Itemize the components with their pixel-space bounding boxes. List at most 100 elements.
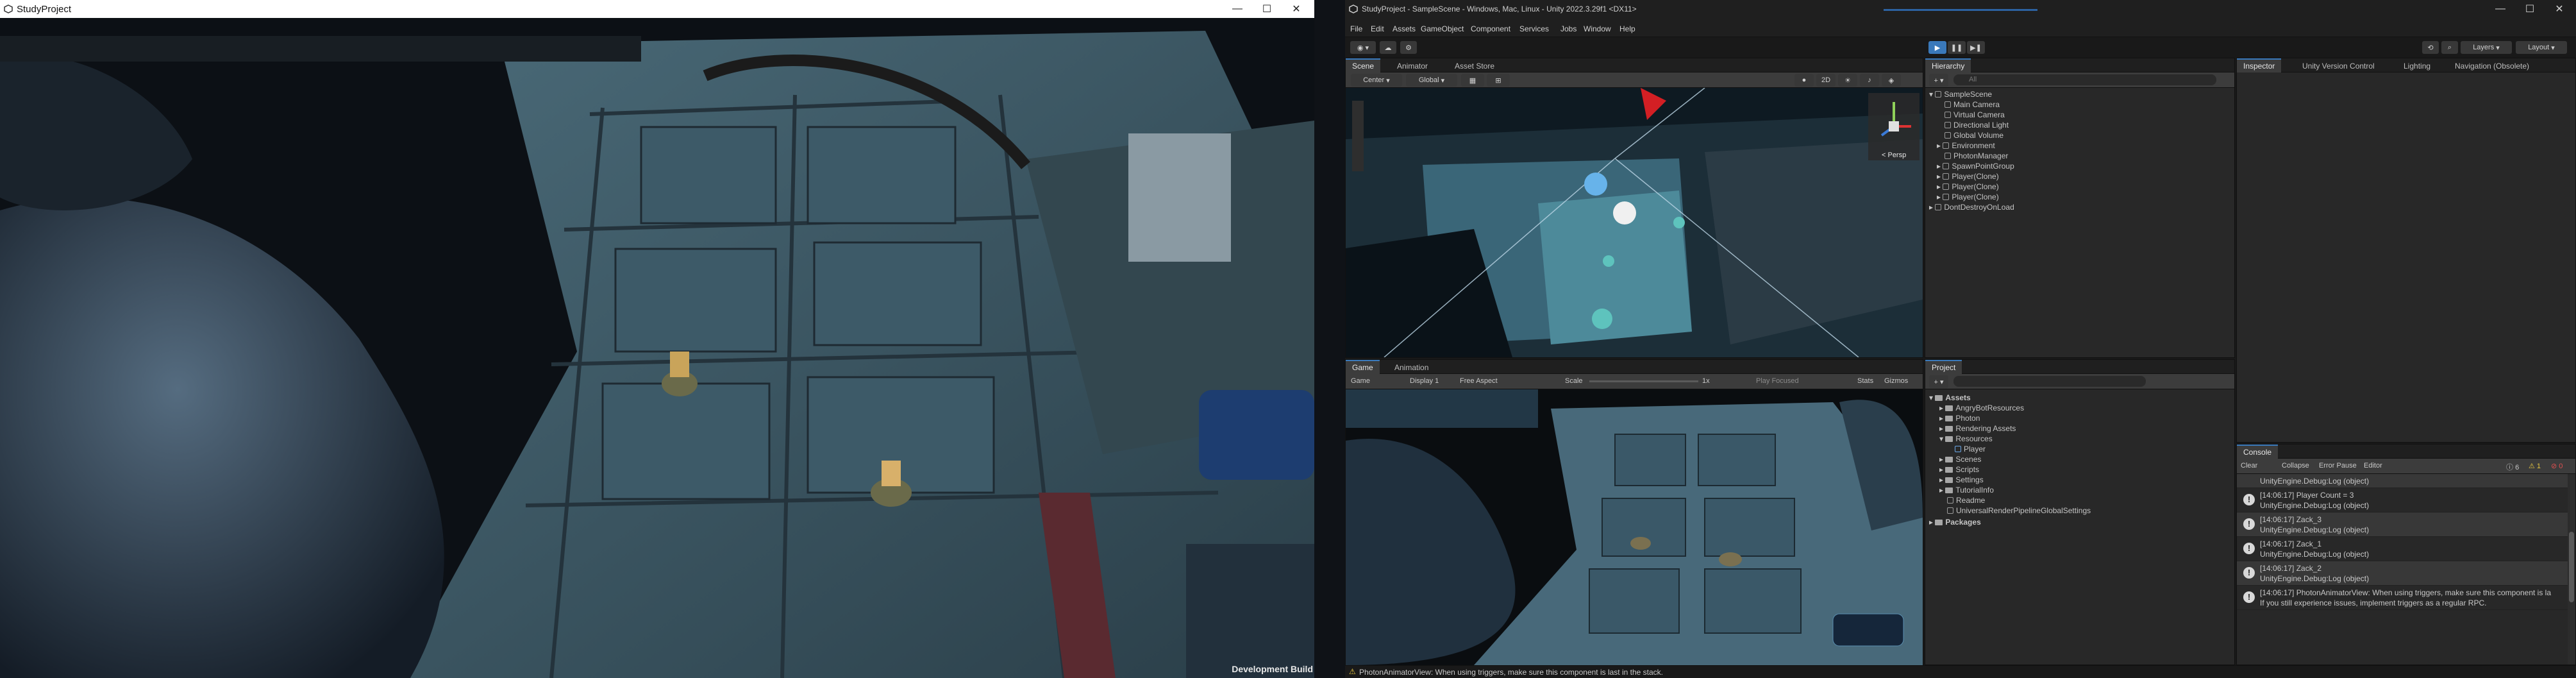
draw-mode-icon[interactable]: ●	[1794, 74, 1814, 87]
project-item[interactable]: Player	[1925, 445, 2234, 455]
scene-view-viewport[interactable]	[1346, 88, 1923, 357]
project-search-input[interactable]	[1953, 376, 2146, 387]
hierarchy-item[interactable]: ▸ Player(Clone)	[1925, 182, 2234, 192]
hierarchy-item[interactable]: Main Camera	[1925, 100, 2234, 110]
tab-hierarchy[interactable]: Hierarchy	[1925, 58, 1971, 72]
gizmos-icon[interactable]: ◈	[1882, 74, 1901, 87]
snap-increment-icon[interactable]: ⊞	[1487, 74, 1510, 87]
hierarchy-item[interactable]: Virtual Camera	[1925, 110, 2234, 121]
menu-file[interactable]: File	[1350, 24, 1362, 33]
log-entry[interactable]: ! [14:06:17] Zack_3 UnityEngine.Debug:Log …	[2237, 513, 2568, 537]
tab-animation[interactable]: Animation	[1388, 360, 1435, 374]
project-item[interactable]: ▸ Scenes	[1925, 455, 2234, 465]
log-entry[interactable]: ! [14:06:17] Zack_2 UnityEngine.Debug:Log …	[2237, 561, 2568, 586]
project-item[interactable]: ▾ Assets	[1925, 393, 2234, 403]
tab-console[interactable]: Console	[2237, 445, 2279, 459]
log-entry[interactable]: UnityEngine.Debug:Log (object)	[2237, 474, 2568, 488]
collapse-button[interactable]: Collapse	[2282, 462, 2309, 470]
hierarchy-item[interactable]: ▸ Player(Clone)	[1925, 192, 2234, 203]
project-item[interactable]: Readme	[1925, 496, 2234, 506]
step-button[interactable]: ▶❚	[1967, 41, 1985, 54]
menu-jobs[interactable]: Jobs	[1560, 24, 1577, 33]
log-entry[interactable]: ! [14:06:17] Zack_1 UnityEngine.Debug:Log …	[2237, 537, 2568, 561]
history-icon[interactable]: ⟲	[2422, 41, 2439, 54]
console-scrollbar[interactable]	[2568, 474, 2575, 665]
close-button[interactable]: ✕	[2545, 0, 2573, 18]
grid-snap-icon[interactable]: ▦	[1461, 74, 1484, 87]
log-entry[interactable]: ! [14:06:17] Player Count = 3 UnityEngine.…	[2237, 488, 2568, 513]
tab-game[interactable]: Game	[1346, 360, 1380, 374]
menu-component[interactable]: Component	[1471, 24, 1510, 33]
maximize-button[interactable]: ☐	[1253, 0, 1281, 18]
hierarchy-item[interactable]: ▾ SampleScene	[1925, 90, 2234, 100]
menu-window[interactable]: Window	[1584, 24, 1611, 33]
pause-button[interactable]: ❚❚	[1948, 41, 1966, 54]
pivot-center-dropdown[interactable]: Center ▾	[1351, 74, 1402, 87]
hierarchy-item[interactable]: Global Volume	[1925, 131, 2234, 141]
warning-count-badge[interactable]: ⚠ 1	[2529, 462, 2541, 470]
menu-help[interactable]: Help	[1619, 24, 1635, 33]
scale-slider[interactable]	[1589, 380, 1698, 382]
menu-edit[interactable]: Edit	[1371, 24, 1384, 33]
project-item[interactable]: ▸ Photon	[1925, 414, 2234, 424]
project-item[interactable]: ▸ Packages	[1925, 518, 2234, 528]
menu-assets[interactable]: Assets	[1393, 24, 1416, 33]
project-item[interactable]: ▸ TutorialInfo	[1925, 486, 2234, 496]
search-icon[interactable]: ⌕	[2441, 41, 2458, 54]
tab-unity-version-control[interactable]: Unity Version Control	[2296, 58, 2381, 72]
lighting-toggle-icon[interactable]: ☀	[1838, 74, 1857, 87]
game-view-dropdown[interactable]: Game	[1351, 377, 1370, 385]
tab-scene[interactable]: Scene	[1346, 58, 1381, 72]
global-local-dropdown[interactable]: Global ▾	[1406, 74, 1457, 87]
info-count-badge[interactable]: ⓘ 6	[2506, 462, 2519, 472]
tab-lighting[interactable]: Lighting	[2397, 58, 2437, 72]
add-icon[interactable]: + ▾	[1929, 74, 1948, 87]
layers-dropdown[interactable]: Layers ▾	[2461, 41, 2512, 54]
add-icon[interactable]: + ▾	[1929, 375, 1948, 388]
play-focused-dropdown[interactable]: Play Focused	[1756, 377, 1799, 385]
tab-navigation[interactable]: Navigation (Obsolete)	[2448, 58, 2536, 72]
stats-button[interactable]: Stats	[1857, 377, 1873, 385]
error-pause-button[interactable]: Error Pause	[2319, 462, 2357, 470]
aspect-dropdown[interactable]: Free Aspect	[1460, 377, 1498, 385]
hierarchy-item[interactable]: ▸ Environment	[1925, 141, 2234, 151]
tab-inspector[interactable]: Inspector	[2237, 58, 2282, 72]
display-dropdown[interactable]: Display 1	[1410, 377, 1439, 385]
editor-target-dropdown[interactable]: Editor	[2364, 462, 2382, 470]
cloud-icon[interactable]: ☁	[1380, 41, 1396, 54]
menu-services[interactable]: Services	[1519, 24, 1549, 33]
collab-icon[interactable]: ⚙	[1400, 41, 1417, 54]
2d-toggle[interactable]: 2D	[1816, 74, 1836, 87]
project-item[interactable]: UniversalRenderPipelineGlobalSettings	[1925, 506, 2234, 516]
maximize-button[interactable]: ☐	[2516, 0, 2544, 18]
project-item[interactable]: ▸ AngryBotResources	[1925, 403, 2234, 414]
menu-gameobject[interactable]: GameObject	[1421, 24, 1464, 33]
hierarchy-item[interactable]: ▸ Player(Clone)	[1925, 172, 2234, 182]
layout-dropdown[interactable]: Layout ▾	[2516, 41, 2567, 54]
gizmos-button[interactable]: Gizmos	[1884, 377, 1908, 385]
game-viewport[interactable]	[0, 18, 1314, 678]
play-button[interactable]: ▶	[1928, 41, 1946, 54]
status-message[interactable]: PhotonAnimatorView: When using triggers,…	[1359, 668, 1663, 677]
project-item[interactable]: ▸ Settings	[1925, 475, 2234, 486]
clear-button[interactable]: Clear	[2241, 462, 2257, 470]
persp-label[interactable]: < Persp	[1882, 151, 1906, 159]
tab-animator[interactable]: Animator	[1391, 58, 1434, 72]
project-item[interactable]: ▸ Scripts	[1925, 465, 2234, 475]
log-entry[interactable]: ! [14:06:17] PhotonAnimatorView: When usi…	[2237, 586, 2568, 610]
hierarchy-item[interactable]: ▸ DontDestroyOnLoad	[1925, 203, 2234, 213]
project-item[interactable]: ▸ Rendering Assets	[1925, 424, 2234, 434]
hierarchy-item[interactable]: Directional Light	[1925, 121, 2234, 131]
project-item[interactable]: ▾ Resources	[1925, 434, 2234, 445]
hierarchy-search-input[interactable]: All	[1953, 74, 2216, 85]
minimize-button[interactable]: —	[2486, 0, 2514, 18]
error-count-badge[interactable]: ⊘ 0	[2551, 462, 2563, 470]
hierarchy-item[interactable]: ▸ SpawnPointGroup	[1925, 162, 2234, 172]
tab-asset-store[interactable]: Asset Store	[1448, 58, 1501, 72]
game-view-viewport[interactable]	[1346, 389, 1923, 665]
minimize-button[interactable]: —	[1223, 0, 1251, 18]
tab-project[interactable]: Project	[1925, 360, 1962, 374]
account-button[interactable]: ◉ ▾	[1350, 41, 1376, 54]
audio-toggle-icon[interactable]: ♪	[1860, 74, 1879, 87]
hierarchy-item[interactable]: PhotonManager	[1925, 151, 2234, 162]
